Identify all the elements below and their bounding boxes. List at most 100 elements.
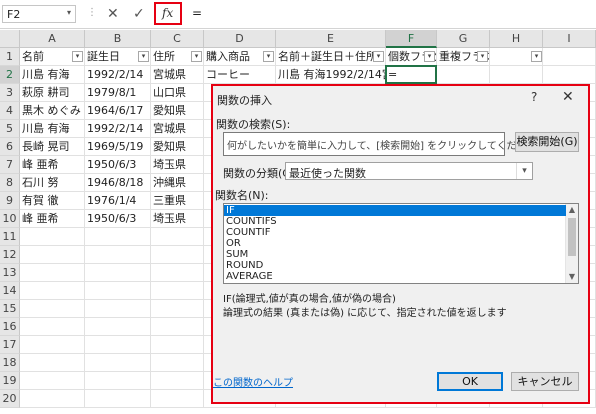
cancel-button[interactable]: キャンセル <box>511 372 579 391</box>
row-header-2[interactable]: 2 <box>0 66 20 84</box>
cell-a9[interactable]: 有賀 徹 <box>20 192 85 210</box>
row-header-5[interactable]: 5 <box>0 120 20 138</box>
cell-a20[interactable] <box>20 390 85 408</box>
list-scrollbar[interactable]: ▲ ▼ <box>565 204 578 283</box>
enter-icon[interactable]: ✓ <box>133 6 145 22</box>
cell-b19[interactable] <box>85 372 151 390</box>
cell-c12[interactable] <box>151 246 204 264</box>
close-icon[interactable]: ✕ <box>562 89 574 105</box>
row-header-10[interactable]: 10 <box>0 210 20 228</box>
cell-c20[interactable] <box>151 390 204 408</box>
scroll-thumb[interactable] <box>568 218 576 256</box>
cell-a8[interactable]: 石川 努 <box>20 174 85 192</box>
cell-b12[interactable] <box>85 246 151 264</box>
cell-c8[interactable]: 沖縄県 <box>151 174 204 192</box>
cell-h2[interactable] <box>490 66 543 84</box>
column-header-h[interactable]: H <box>490 30 543 48</box>
cell-b6[interactable]: 1969/5/19 <box>85 138 151 156</box>
cell-a15[interactable] <box>20 300 85 318</box>
insert-function-button[interactable]: fx <box>154 2 182 25</box>
row-header-9[interactable]: 9 <box>0 192 20 210</box>
cell-i1[interactable]: ▾ <box>531 48 596 66</box>
column-header-d[interactable]: D <box>204 30 276 48</box>
cell-b9[interactable]: 1976/1/4 <box>85 192 151 210</box>
cell-e2[interactable]: 川島 有海1992/2/14宮 <box>276 66 386 84</box>
cell-a16[interactable] <box>20 318 85 336</box>
cell-a10[interactable]: 峰 亜希 <box>20 210 85 228</box>
column-header-g[interactable]: G <box>437 30 490 48</box>
cell-a1[interactable]: 名前 ▾ <box>20 48 85 66</box>
filter-dropdown-icon[interactable]: ▾ <box>138 51 149 62</box>
cancel-icon[interactable]: ✕ <box>107 6 119 22</box>
cell-b3[interactable]: 1979/8/1 <box>85 84 151 102</box>
column-header-f[interactable]: F <box>386 30 437 48</box>
cell-c11[interactable] <box>151 228 204 246</box>
filter-dropdown-icon[interactable]: ▾ <box>531 51 542 62</box>
cell-g1[interactable]: 重複フラグ ▾ <box>437 48 490 66</box>
filter-dropdown-icon[interactable]: ▾ <box>477 51 488 62</box>
function-search-input[interactable]: 何がしたいかを簡単に入力して、[検索開始] をクリックしてください。 <box>223 132 549 156</box>
cell-a13[interactable] <box>20 264 85 282</box>
filter-dropdown-icon[interactable]: ▾ <box>263 51 274 62</box>
formula-input[interactable]: = <box>192 6 202 20</box>
row-header-14[interactable]: 14 <box>0 282 20 300</box>
cell-c1[interactable]: 住所 ▾ <box>151 48 204 66</box>
scroll-up-icon[interactable]: ▲ <box>566 204 578 216</box>
cell-c15[interactable] <box>151 300 204 318</box>
row-header-8[interactable]: 8 <box>0 174 20 192</box>
scroll-down-icon[interactable]: ▼ <box>566 271 578 283</box>
cell-a6[interactable]: 長崎 晃司 <box>20 138 85 156</box>
search-start-button[interactable]: 検索開始(G) <box>515 132 579 152</box>
help-icon[interactable]: ? <box>531 90 537 104</box>
filter-dropdown-icon[interactable]: ▾ <box>72 51 83 62</box>
cell-a12[interactable] <box>20 246 85 264</box>
cell-c13[interactable] <box>151 264 204 282</box>
row-header-7[interactable]: 7 <box>0 156 20 174</box>
row-header-19[interactable]: 19 <box>0 372 20 390</box>
row-header-3[interactable]: 3 <box>0 84 20 102</box>
cell-i2[interactable] <box>543 66 596 84</box>
function-list-item[interactable]: IF <box>224 205 566 216</box>
cell-c4[interactable]: 愛知県 <box>151 102 204 120</box>
cell-b10[interactable]: 1950/6/3 <box>85 210 151 228</box>
ok-button[interactable]: OK <box>437 372 503 391</box>
function-list-item[interactable]: AVERAGE <box>224 271 566 282</box>
cell-b1[interactable]: 誕生日 ▾ <box>85 48 151 66</box>
row-header-20[interactable]: 20 <box>0 390 20 408</box>
cell-b14[interactable] <box>85 282 151 300</box>
cell-a7[interactable]: 峰 亜希 <box>20 156 85 174</box>
row-header-12[interactable]: 12 <box>0 246 20 264</box>
cell-a5[interactable]: 川島 有海 <box>20 120 85 138</box>
cell-a17[interactable] <box>20 336 85 354</box>
column-header-b[interactable]: B <box>85 30 151 48</box>
select-all-corner[interactable] <box>0 30 20 48</box>
function-list-item[interactable]: COUNTIF <box>224 227 566 238</box>
row-header-4[interactable]: 4 <box>0 102 20 120</box>
function-list-item[interactable]: COUNTIFS <box>224 216 566 227</box>
category-select[interactable]: 最近使った関数 ▾ <box>285 162 533 180</box>
cell-a19[interactable] <box>20 372 85 390</box>
cell-c18[interactable] <box>151 354 204 372</box>
cell-e1[interactable]: 名前＋誕生日＋住所 ▾ <box>276 48 386 66</box>
cell-b20[interactable] <box>85 390 151 408</box>
cell-b17[interactable] <box>85 336 151 354</box>
cell-a14[interactable] <box>20 282 85 300</box>
cell-c10[interactable]: 埼玉県 <box>151 210 204 228</box>
name-box[interactable]: F2 ▾ <box>2 5 76 23</box>
cell-b8[interactable]: 1946/8/18 <box>85 174 151 192</box>
column-header-a[interactable]: A <box>20 30 85 48</box>
row-header-13[interactable]: 13 <box>0 264 20 282</box>
cell-c3[interactable]: 山口県 <box>151 84 204 102</box>
cell-b2[interactable]: 1992/2/14 <box>85 66 151 84</box>
filter-dropdown-icon[interactable]: ▾ <box>373 51 384 62</box>
function-list-item[interactable]: OR <box>224 238 566 249</box>
cell-c7[interactable]: 埼玉県 <box>151 156 204 174</box>
column-header-i[interactable]: I <box>543 30 596 48</box>
function-list-item[interactable]: ROUND <box>224 260 566 271</box>
cell-c9[interactable]: 三重県 <box>151 192 204 210</box>
function-list-item[interactable]: SUM <box>224 249 566 260</box>
column-header-e[interactable]: E <box>276 30 386 48</box>
cell-d1[interactable]: 購入商品 ▾ <box>204 48 276 66</box>
cell-g2[interactable] <box>437 66 490 84</box>
cell-a18[interactable] <box>20 354 85 372</box>
